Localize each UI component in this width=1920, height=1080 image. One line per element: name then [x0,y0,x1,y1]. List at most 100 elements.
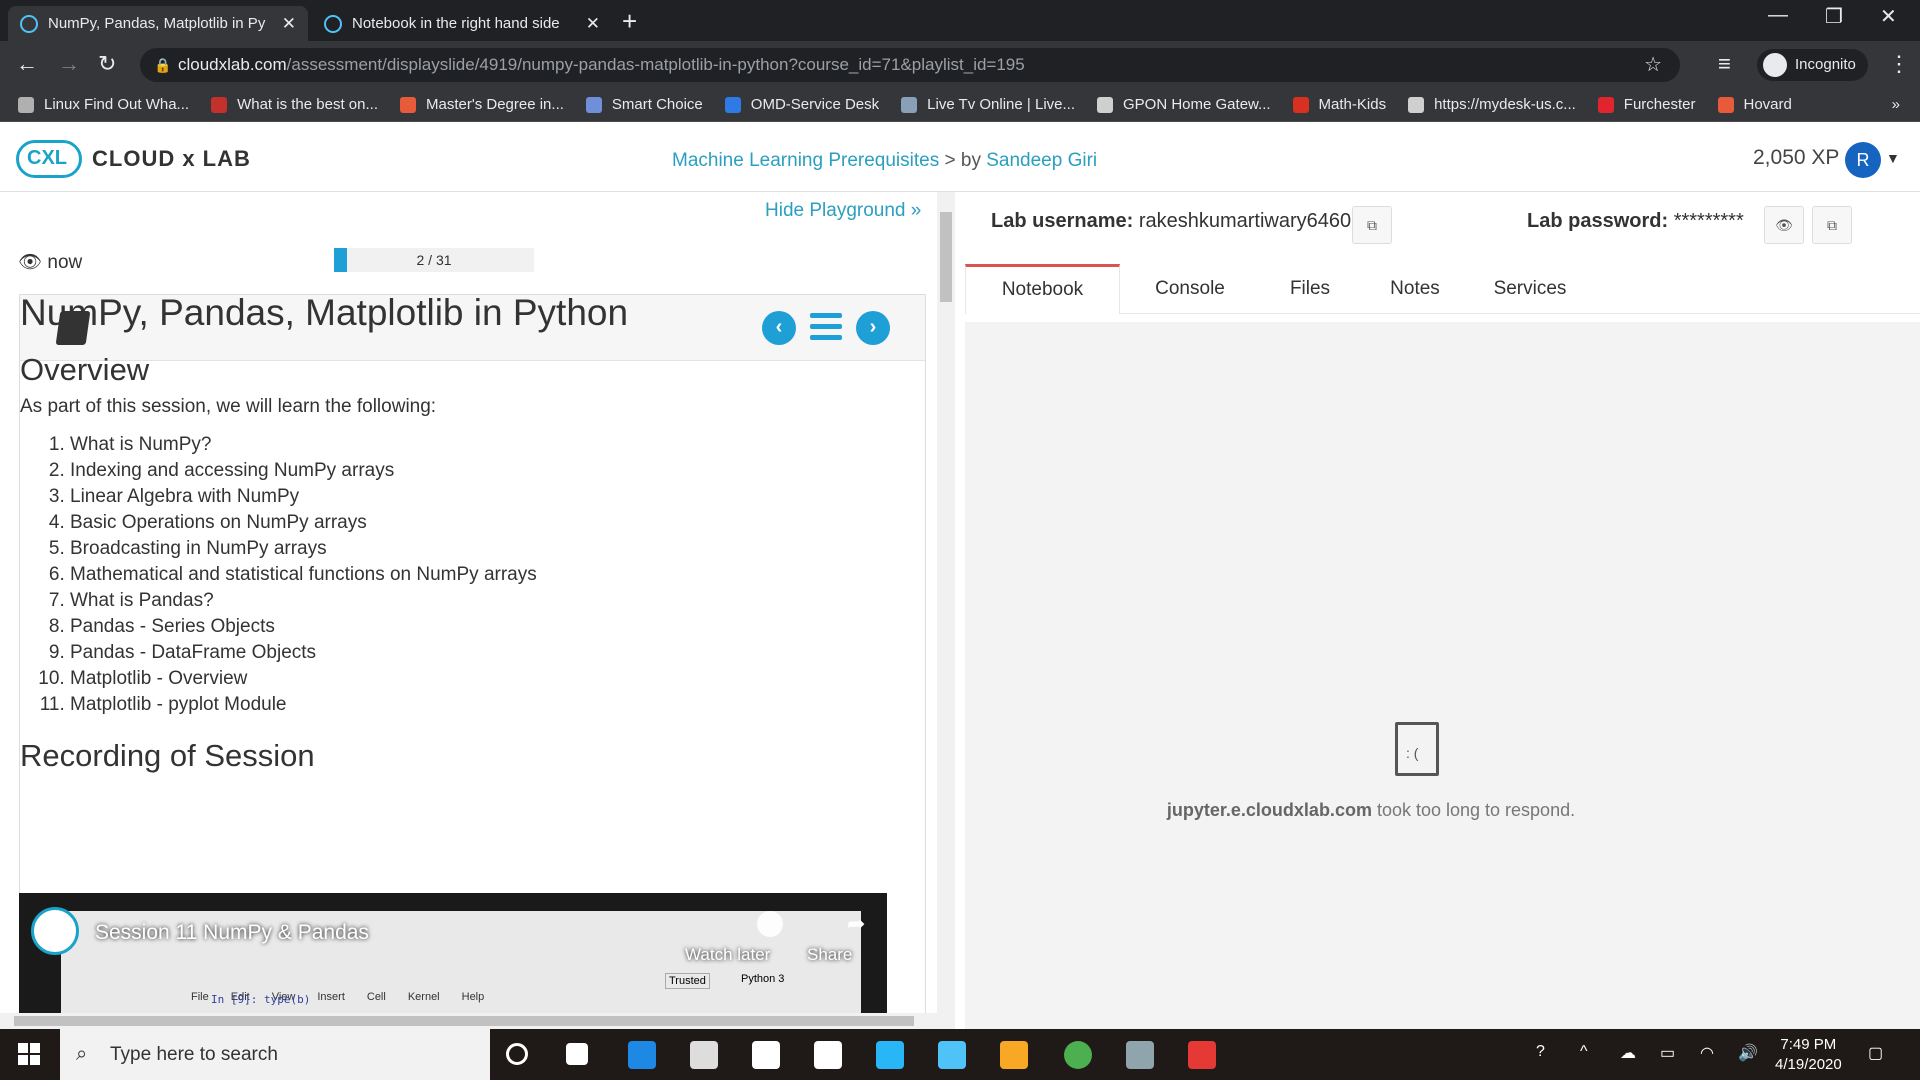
hide-playground-link[interactable]: Hide Playground » [765,200,921,222]
onedrive-icon[interactable]: ☁ [1620,1043,1636,1063]
chrome-icon[interactable] [1064,1041,1092,1069]
share-button[interactable]: Share [807,945,852,965]
bookmark-favicon-icon [1097,96,1113,113]
windows-start-icon[interactable] [18,1043,40,1065]
topic-list: What is NumPy?Indexing and accessing Num… [20,432,890,718]
video-title[interactable]: Session 11 NumPy & Pandas [95,921,369,945]
close-tab-icon[interactable]: ✕ [282,14,296,34]
search-placeholder: Type here to search [110,1044,278,1065]
bookmark-favicon-icon [1717,96,1734,113]
copy-username-button[interactable]: ⧉ [1352,206,1392,244]
author-link[interactable]: Sandeep Giri [986,150,1097,171]
bookmark-item[interactable]: OMD-Service Desk [724,96,880,113]
topic-item: Broadcasting in NumPy arrays [70,536,890,562]
share-icon[interactable]: ➦ [847,911,865,937]
browser-tab-active[interactable]: NumPy, Pandas, Matplotlib in Py ✕ [8,6,308,41]
bookmark-item[interactable]: Furchester [1597,96,1696,113]
channel-logo[interactable] [31,907,79,955]
incognito-badge[interactable]: Incognito [1757,49,1868,81]
clock-icon[interactable] [757,911,783,937]
more-bookmarks-icon[interactable]: » [1892,96,1900,113]
bookmark-star-icon[interactable]: ☆ [1644,48,1662,82]
bookmark-label: OMD-Service Desk [750,96,880,113]
dropbox-icon[interactable] [752,1041,780,1069]
restore-icon[interactable]: ❐ [1825,4,1843,29]
video-player[interactable]: File Edit View Insert Cell Kernel Help Trusted… [19,893,887,1013]
show-password-button[interactable]: 👁 [1764,206,1804,244]
amazon-icon[interactable] [814,1041,842,1069]
file-explorer-icon[interactable] [1000,1041,1028,1069]
mail-icon[interactable] [938,1041,966,1069]
volume-icon[interactable]: 🔊 [1738,1043,1758,1063]
tab-files[interactable]: Files [1255,264,1365,314]
topic-item: What is Pandas? [70,588,890,614]
bookmark-item[interactable]: Live Tv Online | Live... [901,96,1075,113]
address-bar[interactable]: 🔒 cloudxlab.com/assessment/displayslide/… [140,48,1680,82]
cloudxlab-logo[interactable]: CXL CLOUD x LAB [16,140,251,178]
help-icon[interactable]: ? [1536,1043,1545,1061]
edge-icon[interactable] [628,1041,656,1069]
bookmark-item[interactable]: Linux Find Out Wha... [18,96,189,113]
browser-toolbar: ← → ↻ 🔒 cloudxlab.com/assessment/display… [0,41,1920,88]
search-icon: ⌕ [76,1043,88,1065]
tab-notebook[interactable]: Notebook [965,264,1120,314]
topic-item: Matplotlib - Overview [70,666,890,692]
task-view-icon[interactable] [566,1043,588,1065]
bookmark-item[interactable]: What is the best on... [211,96,378,113]
paint-icon[interactable] [1126,1041,1154,1069]
tab-title: Notebook in the right hand side [352,15,560,32]
tab-services[interactable]: Services [1465,264,1595,314]
bookmark-label: Live Tv Online | Live... [927,96,1075,113]
bookmark-favicon-icon [724,96,741,113]
topic-item: Pandas - DataFrame Objects [70,640,890,666]
scrollbar-thumb[interactable] [14,1016,914,1026]
system-clock[interactable]: 7:49 PM 4/19/2020 [1775,1035,1842,1075]
xp-counter: 2,050 XP [1753,146,1840,169]
taskbar-search[interactable]: ⌕ Type here to search [60,1029,490,1080]
bookmark-item[interactable]: Master's Degree in... [399,96,564,113]
eye-icon: 👁 [18,252,43,273]
cloudxlab-favicon-icon [324,14,342,33]
bookmark-item[interactable]: Math-Kids [1292,96,1386,113]
copy-password-button[interactable]: ⧉ [1812,206,1852,244]
store-icon[interactable] [690,1041,718,1069]
playground-tabs: Notebook Console Files Notes Services [965,264,1920,314]
tab-console[interactable]: Console [1125,264,1255,314]
browser-tab[interactable]: Notebook in the right hand side ✕ [312,6,612,41]
back-icon[interactable]: ← [16,51,38,77]
new-tab-icon[interactable]: + [622,6,637,37]
vscode-icon[interactable] [876,1041,904,1069]
battery-icon[interactable]: ▭ [1660,1043,1675,1063]
recording-heading: Recording of Session [20,738,315,773]
scrollbar-thumb[interactable] [940,212,952,302]
wifi-icon[interactable]: ◠ [1700,1043,1714,1063]
vertical-scrollbar[interactable] [937,192,955,1029]
chevron-down-icon[interactable]: ▼ [1886,150,1900,166]
bookmark-label: Hovard [1743,96,1792,113]
cortana-icon[interactable] [506,1043,528,1065]
slide-title: NumPy, Pandas, Matplotlib in Python [20,292,629,333]
bookmark-item[interactable]: Smart Choice [585,96,703,113]
bookmark-favicon-icon [585,96,602,113]
error-message: jupyter.e.cloudxlab.com took too long to… [965,800,1777,821]
close-tab-icon[interactable]: ✕ [586,14,600,34]
media-control-icon[interactable]: ≡ [1718,51,1731,77]
browser-menu-icon[interactable]: ⋮ [1888,51,1910,77]
reload-icon[interactable]: ↻ [98,51,116,77]
course-link[interactable]: Machine Learning Prerequisites [672,150,939,171]
app-icon[interactable] [1188,1041,1216,1069]
watch-later-button[interactable]: Watch later [685,945,770,965]
bookmark-item[interactable]: https://mydesk-us.c... [1408,96,1576,113]
horizontal-scrollbar[interactable] [0,1013,937,1029]
tray-expand-icon[interactable]: ^ [1580,1043,1588,1061]
topic-item: Mathematical and statistical functions o… [70,562,890,588]
notifications-icon[interactable]: ▢ [1868,1043,1883,1063]
close-window-icon[interactable]: ✕ [1880,4,1897,29]
minimize-icon[interactable]: — [1768,4,1788,27]
avatar[interactable]: R [1845,142,1881,178]
topic-item: Pandas - Series Objects [70,614,890,640]
forward-icon[interactable]: → [58,51,80,77]
bookmark-item[interactable]: GPON Home Gatew... [1097,96,1271,113]
bookmark-item[interactable]: Hovard [1717,96,1792,113]
tab-notes[interactable]: Notes [1365,264,1465,314]
